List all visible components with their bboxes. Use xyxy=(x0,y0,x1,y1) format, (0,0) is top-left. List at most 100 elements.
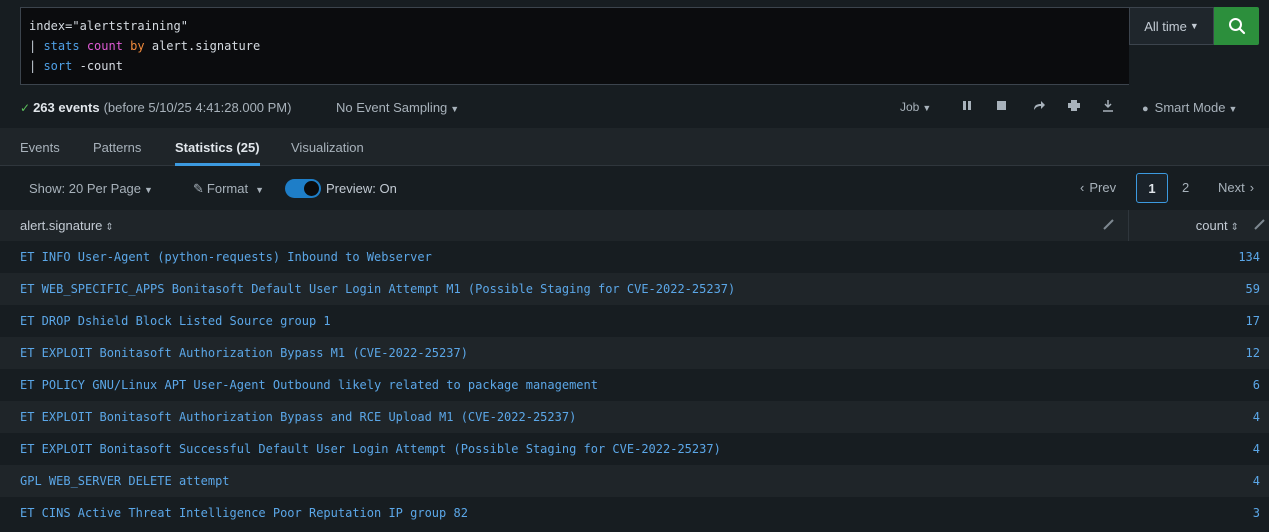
count-cell[interactable]: 4 xyxy=(1253,474,1260,488)
events-time-detail: (before 5/10/25 4:41:28.000 PM) xyxy=(103,100,292,115)
print-button[interactable] xyxy=(1068,100,1080,114)
format-label: Format xyxy=(206,181,249,196)
check-icon: ✓ xyxy=(20,100,31,115)
count-cell[interactable]: 4 xyxy=(1253,410,1260,424)
column-header-count[interactable]: count ⇕ xyxy=(1196,218,1239,233)
chevron-left-icon: ‹ xyxy=(1080,180,1085,195)
count-cell[interactable]: 3 xyxy=(1253,506,1260,520)
table-row: ET CINS Active Threat Intelligence Poor … xyxy=(0,497,1269,529)
count-cell[interactable]: 4 xyxy=(1253,442,1260,456)
query-function: count xyxy=(86,39,123,53)
format-dropdown[interactable]: ✎ Format ▼ xyxy=(193,181,264,197)
count-cell[interactable]: 17 xyxy=(1246,314,1260,328)
search-mode-dropdown[interactable]: ● Smart Mode ▼ xyxy=(1142,100,1237,115)
event-summary: ✓ 263 events (before 5/10/25 4:41:28.000… xyxy=(20,100,291,115)
table-row: ET WEB_SPECIFIC_APPS Bonitasoft Default … xyxy=(0,273,1269,305)
caret-down-icon: ▼ xyxy=(1228,104,1238,114)
share-icon xyxy=(1034,101,1045,110)
sort-icon: ⇕ xyxy=(105,222,114,233)
stop-button[interactable] xyxy=(996,100,1006,114)
per-page-dropdown[interactable]: Show: 20 Per Page ▼ xyxy=(29,181,153,196)
page-2-button[interactable]: 2 xyxy=(1182,180,1189,195)
share-button[interactable] xyxy=(1033,100,1045,114)
signature-cell[interactable]: ET CINS Active Threat Intelligence Poor … xyxy=(20,506,468,520)
print-icon xyxy=(1068,100,1080,111)
chevron-right-icon: › xyxy=(1249,180,1255,195)
signature-cell[interactable]: ET POLICY GNU/Linux APT User-Agent Outbo… xyxy=(20,378,598,392)
query-text: index= xyxy=(29,19,73,33)
tab-statistics[interactable]: Statistics (25) xyxy=(175,140,260,155)
count-cell[interactable]: 59 xyxy=(1246,282,1260,296)
prev-label: Prev xyxy=(1089,180,1117,195)
job-status-bar: ✓ 263 events (before 5/10/25 4:41:28.000… xyxy=(0,92,1269,128)
preview-toggle[interactable] xyxy=(285,179,321,198)
pause-icon xyxy=(963,101,971,110)
column-label: count xyxy=(1195,218,1228,233)
caret-down-icon: ▼ xyxy=(144,185,153,195)
download-icon xyxy=(1103,100,1113,112)
query-line-2: | stats count by alert.signature xyxy=(21,36,1129,56)
table-row: ET POLICY GNU/Linux APT User-Agent Outbo… xyxy=(0,369,1269,401)
event-sampling-label: No Event Sampling xyxy=(336,100,448,115)
page-1-button[interactable]: 1 xyxy=(1136,173,1168,203)
count-cell[interactable]: 6 xyxy=(1253,378,1260,392)
table-row: ET EXPLOIT Bonitasoft Authorization Bypa… xyxy=(0,337,1269,369)
column-divider xyxy=(1128,210,1129,241)
signature-cell[interactable]: GPL WEB_SERVER DELETE attempt xyxy=(20,474,230,488)
table-row: ET EXPLOIT Bonitasoft Authorization Bypa… xyxy=(0,401,1269,433)
signature-cell[interactable]: ET WEB_SPECIFIC_APPS Bonitasoft Default … xyxy=(20,282,735,296)
signature-cell[interactable]: ET DROP Dshield Block Listed Source grou… xyxy=(20,314,331,328)
query-line-3: | sort -count xyxy=(21,56,1129,76)
table-body: ET INFO User-Agent (python-requests) Inb… xyxy=(0,241,1269,529)
stop-icon xyxy=(997,101,1006,110)
query-argument: -count xyxy=(79,59,123,73)
lightbulb-icon: ● xyxy=(1142,103,1149,115)
sort-icon: ⇕ xyxy=(1230,222,1239,233)
count-cell[interactable]: 12 xyxy=(1246,346,1260,360)
caret-down-icon: ▼ xyxy=(922,103,932,113)
job-menu-label: Job xyxy=(900,100,920,114)
preview-label: Preview: On xyxy=(326,181,397,196)
time-range-picker[interactable]: All time ▼ xyxy=(1129,7,1214,45)
edit-column-icon[interactable] xyxy=(1254,219,1265,230)
pencil-icon: ✎ xyxy=(193,181,204,196)
query-index-value: "alertstraining" xyxy=(72,19,188,33)
events-count: 263 events xyxy=(33,100,100,115)
results-tabs: Events Patterns Statistics (25) Visualiz… xyxy=(0,128,1269,166)
search-icon xyxy=(1228,18,1245,35)
toggle-knob xyxy=(304,181,319,196)
signature-cell[interactable]: ET EXPLOIT Bonitasoft Authorization Bypa… xyxy=(20,346,468,360)
table-row: ET DROP Dshield Block Listed Source grou… xyxy=(0,305,1269,337)
active-tab-indicator xyxy=(175,163,260,166)
search-area: index="alertstraining" | stats count by … xyxy=(0,0,1269,92)
signature-cell[interactable]: ET EXPLOIT Bonitasoft Authorization Bypa… xyxy=(20,410,576,424)
column-label: alert.signature xyxy=(20,218,103,233)
job-menu[interactable]: Job ▼ xyxy=(900,100,931,114)
tab-events[interactable]: Events xyxy=(20,140,60,155)
search-button[interactable] xyxy=(1214,7,1259,45)
results-controls: Show: 20 Per Page ▼ ✎ Format ▼ Preview: On … xyxy=(0,167,1269,210)
tab-visualization[interactable]: Visualization xyxy=(291,140,364,155)
query-command: sort xyxy=(43,59,73,73)
column-header-signature[interactable]: alert.signature ⇕ xyxy=(20,218,114,233)
prev-page-button[interactable]: ‹ Prev xyxy=(1080,180,1116,195)
export-button[interactable] xyxy=(1102,100,1114,115)
query-pipe: | xyxy=(29,59,44,73)
caret-down-icon: ▼ xyxy=(1189,21,1199,31)
signature-cell[interactable]: ET INFO User-Agent (python-requests) Inb… xyxy=(20,250,432,264)
time-range-label: All time xyxy=(1144,18,1187,34)
tab-patterns[interactable]: Patterns xyxy=(93,140,141,155)
event-sampling-dropdown[interactable]: No Event Sampling ▼ xyxy=(336,100,459,115)
search-query-editor[interactable]: index="alertstraining" | stats count by … xyxy=(20,7,1129,85)
pause-button[interactable] xyxy=(962,100,972,114)
signature-cell[interactable]: ET EXPLOIT Bonitasoft Successful Default… xyxy=(20,442,721,456)
search-mode-label: Smart Mode xyxy=(1154,100,1226,115)
next-label: Next xyxy=(1218,180,1245,195)
edit-column-icon[interactable] xyxy=(1103,219,1114,230)
query-command: stats xyxy=(43,39,80,53)
caret-down-icon: ▼ xyxy=(450,104,460,114)
count-cell[interactable]: 134 xyxy=(1238,250,1260,264)
query-keyword: by xyxy=(130,39,145,53)
per-page-label: Show: 20 Per Page xyxy=(29,181,142,196)
next-page-button[interactable]: Next › xyxy=(1218,180,1254,195)
